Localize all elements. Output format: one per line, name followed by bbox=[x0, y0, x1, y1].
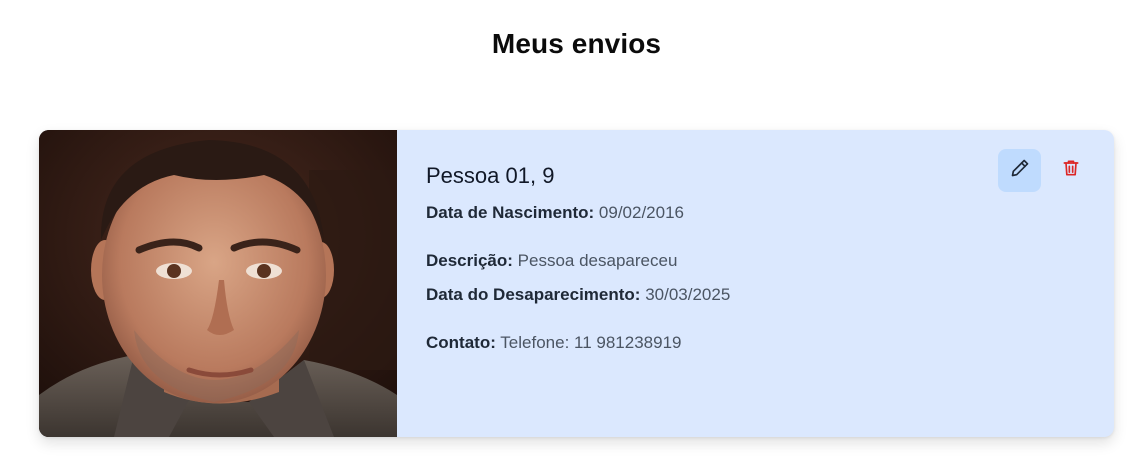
card-actions bbox=[998, 149, 1092, 192]
birth-date-value: 09/02/2016 bbox=[598, 203, 684, 222]
delete-button[interactable] bbox=[1049, 149, 1092, 192]
description-label: Descrição: bbox=[426, 251, 513, 270]
birth-date-row: Data de Nascimento: 09/02/2016 bbox=[426, 203, 684, 223]
submission-card: Pessoa 01, 9 Data de Nascimento: 09/02/2… bbox=[39, 130, 1114, 437]
description-row: Descrição: Pessoa desapareceu bbox=[426, 251, 677, 271]
person-photo bbox=[39, 130, 397, 437]
trash-icon bbox=[1061, 158, 1081, 183]
page-title: Meus envios bbox=[491, 28, 662, 59]
disappearance-date-label: Data do Desaparecimento: bbox=[426, 285, 641, 304]
contact-value: Telefone: 11 981238919 bbox=[500, 333, 682, 352]
submission-details: Pessoa 01, 9 Data de Nascimento: 09/02/2… bbox=[397, 130, 1114, 437]
disappearance-date-row: Data do Desaparecimento: 30/03/2025 bbox=[426, 285, 730, 305]
description-value: Pessoa desapareceu bbox=[517, 251, 678, 270]
birth-date-label: Data de Nascimento: bbox=[426, 203, 595, 222]
person-name: Pessoa 01, 9 bbox=[426, 163, 555, 188]
contact-row: Contato: Telefone: 11 981238919 bbox=[426, 333, 681, 353]
page: Meus envios Pessoa 01, 9 Data de Nascime… bbox=[0, 0, 1138, 457]
disappearance-date-value: 30/03/2025 bbox=[645, 285, 731, 304]
contact-label: Contato: bbox=[426, 333, 496, 352]
pencil-icon bbox=[1010, 158, 1030, 183]
edit-button[interactable] bbox=[998, 149, 1041, 192]
